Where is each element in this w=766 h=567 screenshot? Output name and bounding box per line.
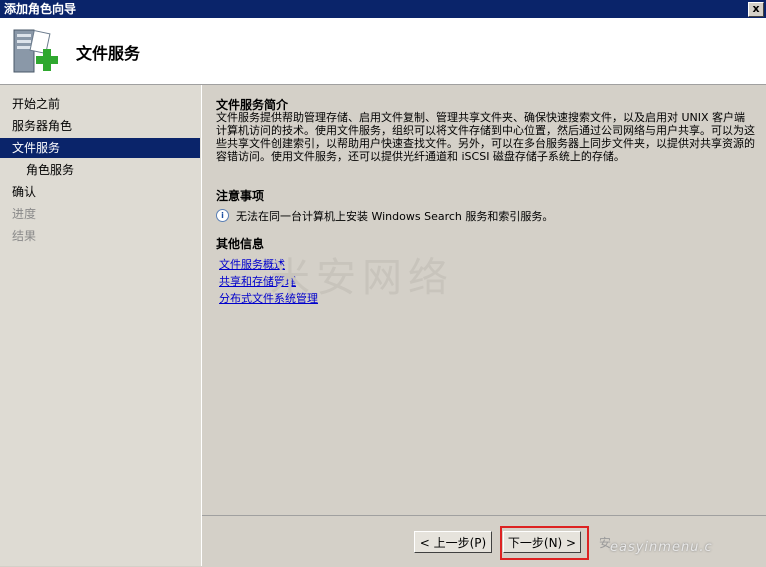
footer-watermark: easyinmenu.c <box>610 540 713 555</box>
step-before-you-begin[interactable]: 开始之前 <box>0 94 200 114</box>
step-file-services[interactable]: 文件服务 <box>0 138 200 158</box>
step-label: 服务器角色 <box>12 119 73 133</box>
more-info-heading: 其他信息 <box>216 237 265 251</box>
step-confirmation[interactable]: 确认 <box>0 182 200 202</box>
step-label: 结果 <box>12 229 37 243</box>
step-progress: 进度 <box>0 204 200 224</box>
watermark-text: 米安网络 <box>270 255 454 301</box>
page-title: 文件服务 <box>76 44 141 63</box>
file-server-add-icon <box>13 29 58 73</box>
wizard-header: 文件服务 <box>0 18 766 85</box>
step-label: 开始之前 <box>12 97 61 111</box>
close-button[interactable]: x <box>748 2 764 17</box>
step-results: 结果 <box>0 226 200 246</box>
step-role-services[interactable]: 角色服务 <box>0 160 200 180</box>
step-label: 文件服务 <box>12 141 61 155</box>
step-label: 角色服务 <box>26 163 75 177</box>
window-title: 添加角色向导 <box>4 2 77 16</box>
wizard-steps: 开始之前 服务器角色 文件服务 角色服务 确认 进度 结果 <box>0 85 202 566</box>
notes-heading: 注意事项 <box>216 189 265 203</box>
step-label: 确认 <box>12 185 37 199</box>
title-bar: 添加角色向导 x <box>0 0 766 18</box>
step-label: 进度 <box>12 207 37 221</box>
info-icon: i <box>216 209 229 222</box>
next-button[interactable]: 下一步(N) > <box>503 531 581 553</box>
note-text: 无法在同一台计算机上安装 Windows Search 服务和索引服务。 <box>236 210 554 223</box>
intro-text: 文件服务提供帮助管理存储、启用文件复制、管理共享文件夹、确保快速搜索文件，以及启… <box>216 111 755 163</box>
wizard-footer: < 上一步(P) 下一步(N) > 安 easyinmenu.c <box>202 515 766 567</box>
main-content: 文件服务简介 文件服务提供帮助管理存储、启用文件复制、管理共享文件夹、确保快速搜… <box>202 85 766 515</box>
step-server-roles[interactable]: 服务器角色 <box>0 116 200 136</box>
previous-button[interactable]: < 上一步(P) <box>414 531 492 553</box>
